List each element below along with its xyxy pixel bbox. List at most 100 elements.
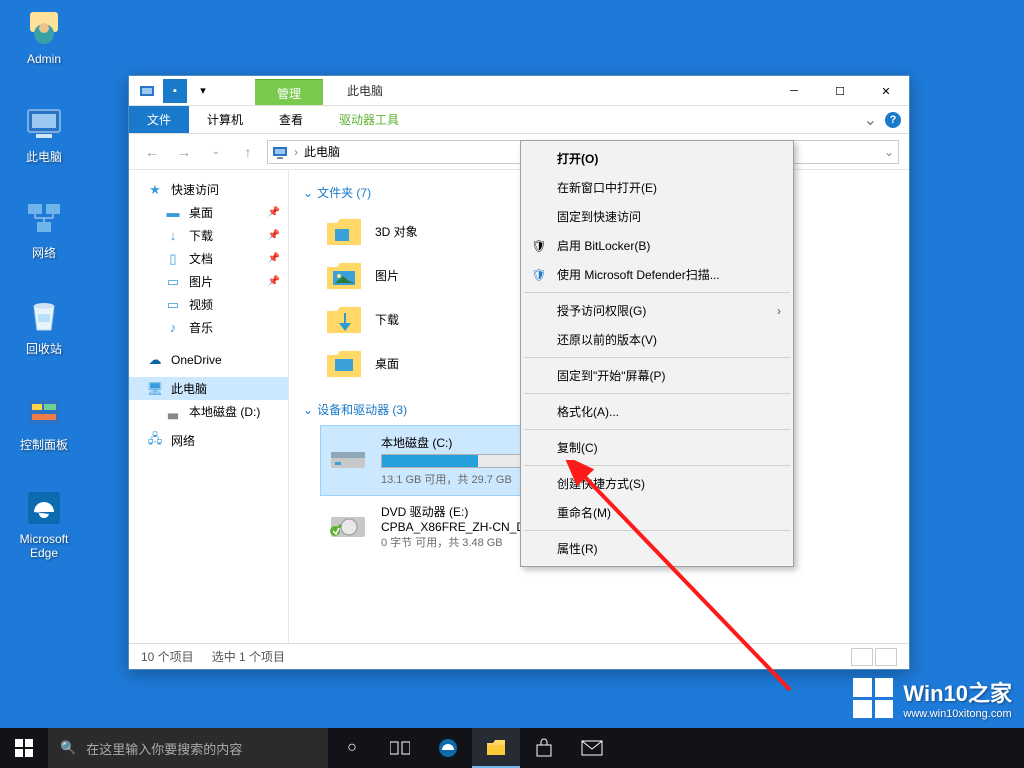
recent-dropdown[interactable]: ⌄ bbox=[203, 139, 229, 165]
taskbar-mail[interactable] bbox=[568, 728, 616, 768]
sidebar-item-network[interactable]: 🖧网络 bbox=[129, 429, 288, 452]
folder-icon bbox=[325, 303, 363, 335]
star-icon: ★ bbox=[147, 182, 163, 198]
ribbon-tab-file[interactable]: 文件 bbox=[129, 106, 189, 133]
pictures-icon: ▭ bbox=[165, 274, 181, 290]
minimize-button[interactable]: ─ bbox=[771, 76, 817, 106]
desktop-icon-controlpanel[interactable]: 控制面板 bbox=[6, 392, 82, 453]
drive-icon: ▃ bbox=[165, 404, 181, 420]
ribbon-expand-icon[interactable]: ⌄ bbox=[864, 110, 877, 130]
menu-separator bbox=[524, 393, 790, 394]
shield-icon: 🛡 bbox=[531, 238, 547, 254]
sidebar-item-onedrive[interactable]: ☁OneDrive bbox=[129, 349, 288, 371]
menu-item-create-shortcut[interactable]: 创建快捷方式(S) bbox=[523, 469, 791, 498]
desktop-icon-label: Admin bbox=[6, 52, 82, 66]
menu-item-open-new-window[interactable]: 在新窗口中打开(E) bbox=[523, 173, 791, 202]
menu-item-pin-quickaccess[interactable]: 固定到快速访问 bbox=[523, 202, 791, 231]
desktop-icon-label: 控制面板 bbox=[6, 436, 82, 453]
menu-separator bbox=[524, 357, 790, 358]
desktop-icon-label: 回收站 bbox=[6, 340, 82, 357]
menu-separator bbox=[524, 465, 790, 466]
desktop-icon-thispc[interactable]: 此电脑 bbox=[6, 104, 82, 165]
sidebar-item-label: 本地磁盘 (D:) bbox=[189, 403, 260, 420]
folder-label: 图片 bbox=[375, 267, 399, 284]
menu-item-restore-versions[interactable]: 还原以前的版本(V) bbox=[523, 325, 791, 354]
folder-label: 3D 对象 bbox=[375, 223, 418, 240]
manage-contextual-tab[interactable]: 管理 bbox=[255, 79, 323, 105]
desktop-icon-label: Microsoft Edge bbox=[6, 532, 82, 560]
up-button[interactable]: ↑ bbox=[235, 139, 261, 165]
taskbar-explorer[interactable] bbox=[472, 728, 520, 768]
maximize-button[interactable]: ☐ bbox=[817, 76, 863, 106]
chevron-right-icon: › bbox=[777, 304, 781, 318]
ribbon-tab-view[interactable]: 查看 bbox=[261, 106, 321, 133]
quick-access-toolbar: ▪ ▾ bbox=[129, 79, 215, 103]
sidebar-item-music[interactable]: ♪音乐 bbox=[129, 316, 288, 339]
desktop-icon: ▬ bbox=[165, 205, 181, 221]
forward-button[interactable]: → bbox=[171, 139, 197, 165]
quick-btn[interactable]: ▪ bbox=[163, 79, 187, 103]
recyclebin-icon bbox=[24, 296, 64, 336]
menu-item-grant-access[interactable]: 授予访问权限(G)› bbox=[523, 296, 791, 325]
sidebar-item-label: 图片 bbox=[189, 273, 213, 290]
desktop-icon-recyclebin[interactable]: 回收站 bbox=[6, 296, 82, 357]
menu-item-properties[interactable]: 属性(R) bbox=[523, 534, 791, 563]
navigation-pane: ★快速访问 ▬桌面📌 ↓下载📌 ▯文档📌 ▭图片📌 ▭视频 ♪音乐 ☁OneDr… bbox=[129, 170, 289, 643]
breadcrumb-item[interactable]: 此电脑 bbox=[304, 143, 340, 160]
taskview-button[interactable] bbox=[376, 728, 424, 768]
ribbon-tab-computer[interactable]: 计算机 bbox=[189, 106, 261, 133]
view-details-button[interactable] bbox=[851, 648, 873, 666]
taskbar: 🔍 在这里输入你要搜索的内容 ○ bbox=[0, 728, 1024, 768]
sidebar-item-label: 快速访问 bbox=[171, 181, 219, 198]
sidebar-item-thispc[interactable]: 🖥 此电脑 bbox=[129, 377, 288, 400]
menu-item-copy[interactable]: 复制(C) bbox=[523, 433, 791, 462]
sidebar-item-local-d[interactable]: ▃ 本地磁盘 (D:) bbox=[129, 400, 288, 423]
menu-item-bitlocker[interactable]: 🛡启用 BitLocker(B) bbox=[523, 231, 791, 260]
dvd-icon bbox=[327, 503, 369, 545]
sidebar-item-desktop[interactable]: ▬桌面📌 bbox=[129, 201, 288, 224]
menu-item-pin-start[interactable]: 固定到"开始"屏幕(P) bbox=[523, 361, 791, 390]
view-icons-button[interactable] bbox=[875, 648, 897, 666]
close-button[interactable]: ✕ bbox=[863, 76, 909, 106]
quick-btn[interactable]: ▾ bbox=[191, 79, 215, 103]
dropdown-icon[interactable]: ⌄ bbox=[884, 145, 894, 159]
taskbar-search[interactable]: 🔍 在这里输入你要搜索的内容 bbox=[48, 728, 328, 768]
status-selected-count: 选中 1 个项目 bbox=[212, 648, 285, 665]
menu-item-format[interactable]: 格式化(A)... bbox=[523, 397, 791, 426]
back-button[interactable]: ← bbox=[139, 139, 165, 165]
menu-item-defender-scan[interactable]: 🛡使用 Microsoft Defender扫描... bbox=[523, 260, 791, 289]
sidebar-item-downloads[interactable]: ↓下载📌 bbox=[129, 224, 288, 247]
taskbar-store[interactable] bbox=[520, 728, 568, 768]
sidebar-item-label: 视频 bbox=[189, 296, 213, 313]
desktop-icon-label: 此电脑 bbox=[6, 148, 82, 165]
desktop-icon-admin[interactable]: Admin bbox=[6, 8, 82, 66]
menu-item-rename[interactable]: 重命名(M) bbox=[523, 498, 791, 527]
sidebar-item-label: OneDrive bbox=[171, 353, 222, 367]
help-icon[interactable]: ? bbox=[885, 112, 901, 128]
start-button[interactable] bbox=[0, 728, 48, 768]
network-icon bbox=[24, 200, 64, 240]
sidebar-item-label: 下载 bbox=[189, 227, 213, 244]
ribbon-tab-drivetools[interactable]: 驱动器工具 bbox=[321, 106, 417, 133]
cortana-button[interactable]: ○ bbox=[328, 728, 376, 768]
music-icon: ♪ bbox=[165, 320, 181, 336]
folder-label: 下载 bbox=[375, 311, 399, 328]
desktop-icon-edge[interactable]: Microsoft Edge bbox=[6, 488, 82, 560]
desktop-icon-network[interactable]: 网络 bbox=[6, 200, 82, 261]
chevron-right-icon: › bbox=[294, 145, 298, 159]
computer-icon: 🖥 bbox=[147, 381, 163, 397]
window-title: 此电脑 bbox=[347, 82, 383, 99]
computer-icon bbox=[272, 144, 288, 160]
context-menu: 打开(O) 在新窗口中打开(E) 固定到快速访问 🛡启用 BitLocker(B… bbox=[520, 140, 794, 567]
sidebar-item-pictures[interactable]: ▭图片📌 bbox=[129, 270, 288, 293]
sidebar-item-quickaccess[interactable]: ★ 快速访问 bbox=[129, 178, 288, 201]
sidebar-item-documents[interactable]: ▯文档📌 bbox=[129, 247, 288, 270]
search-icon: 🔍 bbox=[60, 740, 76, 756]
taskbar-edge[interactable] bbox=[424, 728, 472, 768]
titlebar[interactable]: ▪ ▾ 管理 此电脑 ─ ☐ ✕ bbox=[129, 76, 909, 106]
folder-icon bbox=[325, 215, 363, 247]
menu-item-open[interactable]: 打开(O) bbox=[523, 144, 791, 173]
sidebar-item-label: 此电脑 bbox=[171, 380, 207, 397]
sidebar-item-videos[interactable]: ▭视频 bbox=[129, 293, 288, 316]
controlpanel-icon bbox=[24, 392, 64, 432]
